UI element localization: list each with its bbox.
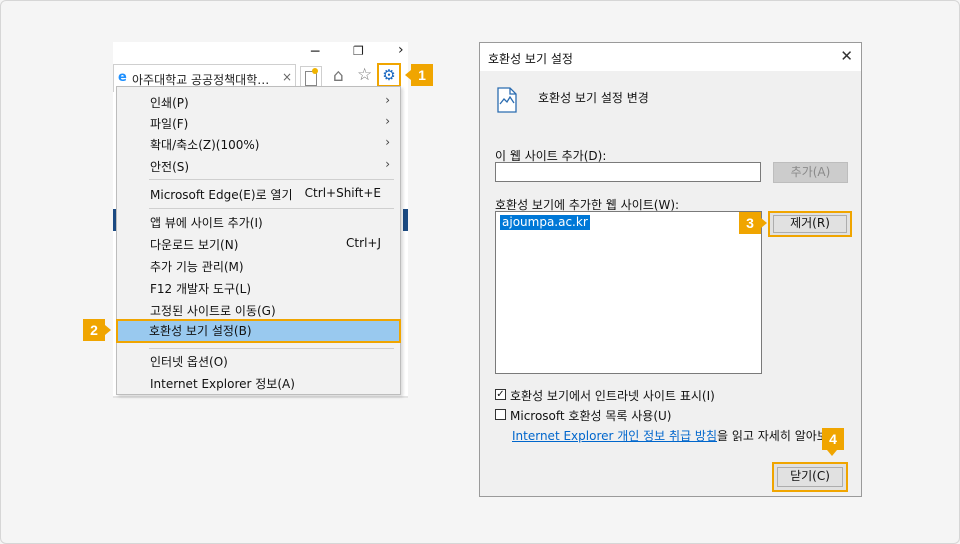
menu-item-manage-addons[interactable]: 추가 기능 관리(M) [117, 255, 400, 276]
step-badge-4: 4 [822, 428, 844, 450]
gear-icon[interactable]: ⚙ [377, 63, 401, 87]
submenu-arrow-icon: › [385, 93, 390, 107]
menu-item-compat-view-settings[interactable]: 호환성 보기 설정(B) [116, 319, 401, 343]
privacy-text-suffix: 을 읽고 자세히 알아보기 [717, 429, 839, 443]
ie-logo-icon: e [118, 70, 127, 85]
menu-item-label: 다운로드 보기(N) [150, 238, 239, 252]
menu-item-downloads[interactable]: 다운로드 보기(N) Ctrl+J [117, 233, 400, 254]
close-button-label: 닫기(C) [790, 469, 830, 483]
menu-item-label: 고정된 사이트로 이동(G) [150, 304, 276, 318]
menu-item-add-app-view[interactable]: 앱 뷰에 사이트 추가(I) [117, 211, 400, 232]
menu-item-label: F12 개발자 도구(L) [150, 282, 252, 296]
intranet-checkbox[interactable]: ✓ [495, 389, 506, 400]
menu-separator [149, 208, 394, 209]
submenu-arrow-icon: › [385, 157, 390, 171]
step-badge-2: 2 [83, 319, 105, 341]
menu-item-devtools[interactable]: F12 개발자 도구(L) [117, 277, 400, 298]
menu-item-file[interactable]: 파일(F) › [117, 112, 400, 133]
compat-view-dialog: 호환성 보기 설정 ✕ 호환성 보기 설정 변경 이 웹 사이트 추가(D): … [479, 42, 862, 497]
menu-item-about-ie[interactable]: Internet Explorer 정보(A) [117, 372, 400, 393]
page-content-strip-right [403, 209, 408, 231]
badge-pointer [105, 325, 111, 335]
remove-button-label: 제거(R) [790, 216, 830, 230]
menu-item-label: 추가 기능 관리(M) [150, 260, 244, 274]
site-listbox[interactable]: ajoumpa.ac.kr [495, 211, 762, 374]
menu-item-label: 확대/축소(Z)(100%) [150, 138, 260, 152]
menu-item-internet-options[interactable]: 인터넷 옵션(O) [117, 350, 400, 371]
add-site-input[interactable] [495, 162, 761, 182]
minimize-button[interactable]: ─ [311, 44, 319, 60]
menu-item-shortcut: Ctrl+J [346, 236, 381, 250]
broken-page-icon [497, 87, 517, 113]
menu-item-label: 파일(F) [150, 117, 189, 131]
spark-icon [312, 68, 318, 74]
tools-menu: 인쇄(P) › 파일(F) › 확대/축소(Z)(100%) › 안전(S) ›… [116, 86, 401, 395]
remove-button[interactable]: 제거(R) [768, 211, 852, 237]
badge-pointer [405, 70, 411, 80]
menu-item-shortcut: Ctrl+Shift+E [304, 186, 381, 200]
menu-item-safety[interactable]: 안전(S) › [117, 155, 400, 176]
submenu-arrow-icon: › [385, 135, 390, 149]
close-icon[interactable]: ✕ [840, 47, 853, 65]
submenu-arrow-icon: › [385, 114, 390, 128]
ms-list-checkbox-label: Microsoft 호환성 목록 사용(U) [510, 409, 672, 423]
ms-list-checkbox[interactable] [495, 409, 506, 420]
dialog-title: 호환성 보기 설정 [488, 52, 573, 66]
step-badge-1: 1 [411, 64, 433, 86]
menu-item-label: Internet Explorer 정보(A) [150, 377, 295, 391]
menu-item-label: 인터넷 옵션(O) [150, 355, 228, 369]
badge-pointer [761, 218, 767, 228]
window-controls: ─ ❐ › [113, 42, 408, 64]
add-button[interactable]: 추가(A) [773, 162, 848, 183]
list-item[interactable]: ajoumpa.ac.kr [500, 215, 590, 230]
menu-item-label: 인쇄(P) [150, 96, 189, 110]
tab-close-icon[interactable]: × [282, 70, 292, 84]
badge-pointer [827, 450, 837, 456]
menu-item-label: 안전(S) [150, 160, 190, 174]
menu-item-label: 호환성 보기 설정(B) [149, 324, 252, 338]
restore-button[interactable]: ❐ [353, 44, 364, 58]
menu-item-zoom[interactable]: 확대/축소(Z)(100%) › [117, 133, 400, 154]
menu-item-pinned-sites[interactable]: 고정된 사이트로 이동(G) [117, 299, 400, 320]
privacy-text: Internet Explorer 개인 정보 취급 방침을 읽고 자세히 알아… [512, 427, 839, 444]
star-icon[interactable]: ☆ [357, 65, 372, 85]
menu-separator [149, 348, 394, 349]
dialog-titlebar: 호환성 보기 설정 ✕ [480, 43, 861, 71]
step-badge-3: 3 [739, 212, 761, 234]
intranet-checkbox-label: 호환성 보기에서 인트라넷 사이트 표시(I) [510, 389, 715, 403]
home-icon[interactable]: ⌂ [333, 66, 344, 86]
menu-separator [149, 179, 394, 180]
menu-item-print[interactable]: 인쇄(P) › [117, 91, 400, 112]
chevron-right-icon[interactable]: › [398, 42, 404, 58]
close-button[interactable]: 닫기(C) [772, 462, 848, 492]
menu-item-open-edge[interactable]: Microsoft Edge(E)로 열기 Ctrl+Shift+E [117, 183, 400, 204]
privacy-policy-link[interactable]: Internet Explorer 개인 정보 취급 방침 [512, 429, 717, 443]
dialog-heading: 호환성 보기 설정 변경 [538, 91, 649, 105]
menu-item-label: Microsoft Edge(E)로 열기 [150, 188, 293, 202]
window-bottom-edge [113, 396, 408, 398]
menu-item-label: 앱 뷰에 사이트 추가(I) [150, 216, 263, 230]
